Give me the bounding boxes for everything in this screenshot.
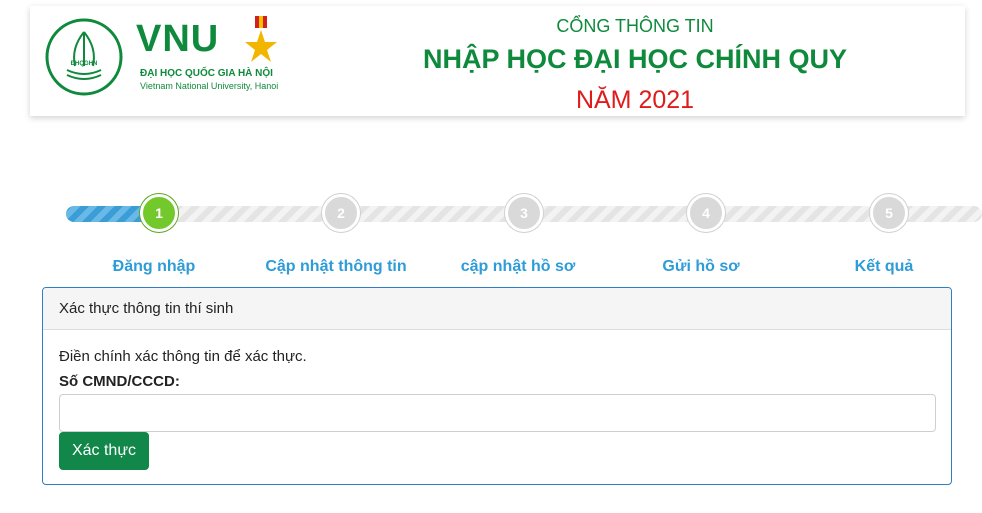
medal-star-icon [245, 16, 277, 62]
verify-button[interactable]: Xác thực [59, 432, 149, 470]
portal-year: NĂM 2021 [575, 86, 695, 114]
step-2-circle[interactable]: 2 [322, 194, 360, 232]
step-3-circle[interactable]: 3 [505, 194, 543, 232]
vnu-brand: VNU [136, 18, 220, 60]
instruction-text: Điền chính xác thông tin để xác thực. [59, 348, 307, 365]
verification-panel: Xác thực thông tin thí sinh Điền chính x… [42, 287, 952, 485]
step-1-circle[interactable]: 1 [140, 194, 178, 232]
portal-title: NHẬP HỌC ĐẠI HỌC CHÍNH QUY [422, 44, 848, 74]
step-4-circle[interactable]: 4 [687, 194, 725, 232]
id-number-label: Số CMND/CCCD: [59, 373, 180, 390]
id-number-input[interactable] [59, 394, 936, 432]
portal-subtitle: CỔNG THÔNG TIN [556, 16, 714, 36]
step-2-label[interactable]: Cập nhật thông tin [246, 258, 426, 276]
emblem-text: ĐHQGHN [71, 61, 98, 67]
step-4-label[interactable]: Gửi hồ sơ [611, 258, 791, 276]
vnu-name-vietnamese: ĐẠI HỌC QUỐC GIA HÀ NỘI [140, 68, 273, 79]
vnu-name-english: Vietnam National University, Hanoi [140, 81, 279, 91]
vnu-emblem-logo: ĐHQGHN [45, 18, 123, 96]
step-5-circle[interactable]: 5 [870, 194, 908, 232]
step-5-label[interactable]: Kết quả [794, 258, 974, 276]
step-3-label[interactable]: cập nhật hồ sơ [428, 258, 608, 276]
step-1-label[interactable]: Đăng nhập [64, 258, 244, 276]
panel-title: Xác thực thông tin thí sinh [43, 288, 951, 330]
portal-header: ĐHQGHN VNU ĐẠI HỌC QUỐC GIA HÀ NỘI Vietn… [30, 6, 965, 116]
